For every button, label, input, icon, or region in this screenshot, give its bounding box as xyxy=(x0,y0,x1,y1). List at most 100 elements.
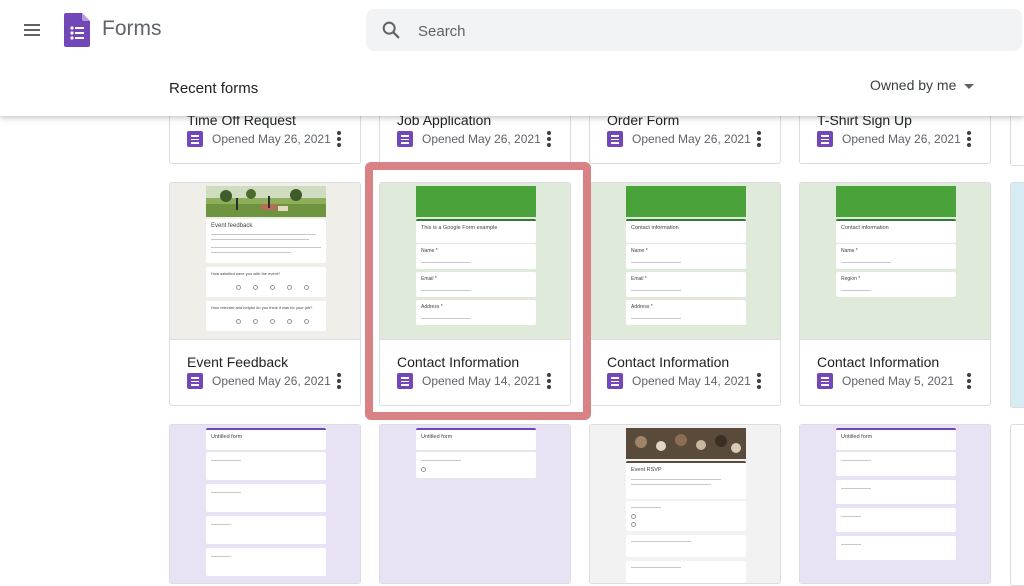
more-options-icon[interactable] xyxy=(755,372,763,390)
search-icon[interactable] xyxy=(380,19,402,41)
forms-icon xyxy=(187,373,203,389)
form-thumbnail: Contact information Name * Region * xyxy=(800,183,990,340)
app-title[interactable]: Forms xyxy=(102,17,162,41)
form-card-meta: Opened May 5, 2021 xyxy=(817,372,954,390)
owner-filter-dropdown[interactable]: Owned by me xyxy=(870,77,975,93)
opened-date: Opened May 26, 2021 xyxy=(212,374,331,388)
form-card-meta: Opened May 14, 2021 xyxy=(607,372,751,390)
more-options-icon[interactable] xyxy=(335,130,343,148)
thumbnail-field xyxy=(626,535,746,557)
thumbnail-field xyxy=(206,484,326,512)
section-title: Recent forms xyxy=(169,80,259,97)
form-thumbnail: Event RSVP xyxy=(590,425,780,583)
more-options-icon[interactable] xyxy=(965,372,973,390)
more-options-icon[interactable] xyxy=(335,372,343,390)
more-options-icon[interactable] xyxy=(545,372,553,390)
thumbnail-form-page: Event feedback xyxy=(206,219,326,263)
form-card[interactable]: Contact information Name * Region * Cont… xyxy=(799,182,991,406)
green-header-banner xyxy=(416,186,536,217)
more-options-icon[interactable] xyxy=(545,130,553,148)
form-card[interactable]: Untitled form xyxy=(799,424,991,584)
form-card-title: Contact Information xyxy=(397,354,520,370)
form-card-title: Contact Information xyxy=(607,354,730,370)
form-card[interactable]: Untitled form xyxy=(379,424,571,584)
form-card-meta: Opened May 26, 2021 xyxy=(817,130,961,148)
thumbnail-question-text: How satisfied were you with the event? xyxy=(211,271,281,276)
thumbnail-heading: Event feedback xyxy=(211,223,253,229)
thumbnail-field-label: Email * xyxy=(421,276,437,282)
thumbnail-field-label: Address * xyxy=(631,304,653,310)
thumbnail-field xyxy=(626,561,746,583)
form-card[interactable]: Untitled form xyxy=(169,424,361,584)
thumbnail-field xyxy=(416,452,536,478)
form-thumbnail: Event feedback How satisfied were you wi… xyxy=(170,183,360,340)
form-thumbnail: This is a Google Form example Name * Ema… xyxy=(380,183,570,340)
forms-icon xyxy=(397,373,413,389)
forms-icon xyxy=(817,131,833,147)
opened-date: Opened May 26, 2021 xyxy=(842,132,961,146)
thumbnail-field-label: Name * xyxy=(841,248,858,254)
thumbnail-field xyxy=(206,452,326,480)
thumbnail-field: Name * xyxy=(836,244,956,269)
thumbnail-field-label: Name * xyxy=(631,248,648,254)
green-header-banner xyxy=(836,186,956,217)
thumbnail-form-page: Event RSVP xyxy=(626,461,746,499)
form-card-title: Event Feedback xyxy=(187,354,289,370)
form-card[interactable]: Event RSVP xyxy=(589,424,781,584)
thumbnail-field: Address * xyxy=(416,300,536,325)
thumbnail-field xyxy=(836,480,956,504)
forms-icon xyxy=(607,373,623,389)
forms-logo-icon[interactable] xyxy=(64,13,90,47)
thumbnail-field xyxy=(836,536,956,560)
opened-date: Opened May 14, 2021 xyxy=(632,374,751,388)
form-thumbnail: Untitled form xyxy=(170,425,360,583)
opened-date: Opened May 26, 2021 xyxy=(632,132,751,146)
form-card[interactable]: Event feedback How satisfied were you wi… xyxy=(169,182,361,406)
thumbnail-heading: Event RSVP xyxy=(631,467,662,473)
thumbnail-field xyxy=(626,501,746,531)
form-thumbnail: Contact information Name * Email * Addre… xyxy=(590,183,780,340)
thumbnail-heading: Contact information xyxy=(631,225,679,231)
form-card[interactable]: Contact information Name * Email * Addre… xyxy=(589,182,781,406)
thumbnail-heading: Untitled form xyxy=(421,434,453,440)
form-card-meta: Opened May 14, 2021 xyxy=(397,372,541,390)
thumbnail-form-page: Untitled form xyxy=(416,428,536,450)
search-input[interactable] xyxy=(416,18,980,44)
thumbnail-field xyxy=(836,508,956,532)
more-options-icon[interactable] xyxy=(965,130,973,148)
search-bar[interactable] xyxy=(366,9,1022,51)
form-card-meta: Opened May 26, 2021 xyxy=(607,130,751,148)
thumbnail-question-text: How relevant and helpful do you think it… xyxy=(211,305,313,310)
thumbnail-form-page: Untitled form xyxy=(836,428,956,450)
thumbnail-form-page: This is a Google Form example xyxy=(416,219,536,243)
opened-date: Opened May 26, 2021 xyxy=(422,132,541,146)
thumbnail-field xyxy=(836,452,956,476)
more-options-icon[interactable] xyxy=(755,130,763,148)
form-thumbnail: Untitled form xyxy=(800,425,990,583)
thumbnail-heading: Contact information xyxy=(841,225,889,231)
thumbnail-field: Name * xyxy=(416,244,536,269)
form-card-partial[interactable] xyxy=(1010,182,1024,408)
form-card-meta: Opened May 26, 2021 xyxy=(397,130,541,148)
opened-date: Opened May 26, 2021 xyxy=(212,132,331,146)
thumbnail-form-page: Untitled form xyxy=(206,428,326,450)
thumbnail-heading: This is a Google Form example xyxy=(421,225,498,231)
form-card-partial[interactable] xyxy=(1010,424,1024,586)
thumbnail-question: How satisfied were you with the event? xyxy=(206,267,326,297)
forms-icon xyxy=(607,131,623,147)
forms-icon xyxy=(817,373,833,389)
event-photo-banner xyxy=(626,428,746,459)
form-card[interactable]: This is a Google Form example Name * Ema… xyxy=(379,182,571,406)
thumbnail-form-page: Contact information xyxy=(626,219,746,243)
green-header-banner xyxy=(626,186,746,217)
thumbnail-field: Region * xyxy=(836,272,956,297)
opened-date: Opened May 5, 2021 xyxy=(842,374,955,388)
dropdown-arrow-icon xyxy=(964,83,975,89)
thumbnail-field-label: Region * xyxy=(841,276,861,282)
thumbnail-field-label: Name * xyxy=(421,248,438,254)
opened-date: Opened May 14, 2021 xyxy=(422,374,541,388)
main-menu-icon[interactable] xyxy=(20,18,44,42)
thumbnail-field xyxy=(206,548,326,576)
thumbnail-question: How relevant and helpful do you think it… xyxy=(206,301,326,331)
thumbnail-field: Email * xyxy=(626,272,746,297)
